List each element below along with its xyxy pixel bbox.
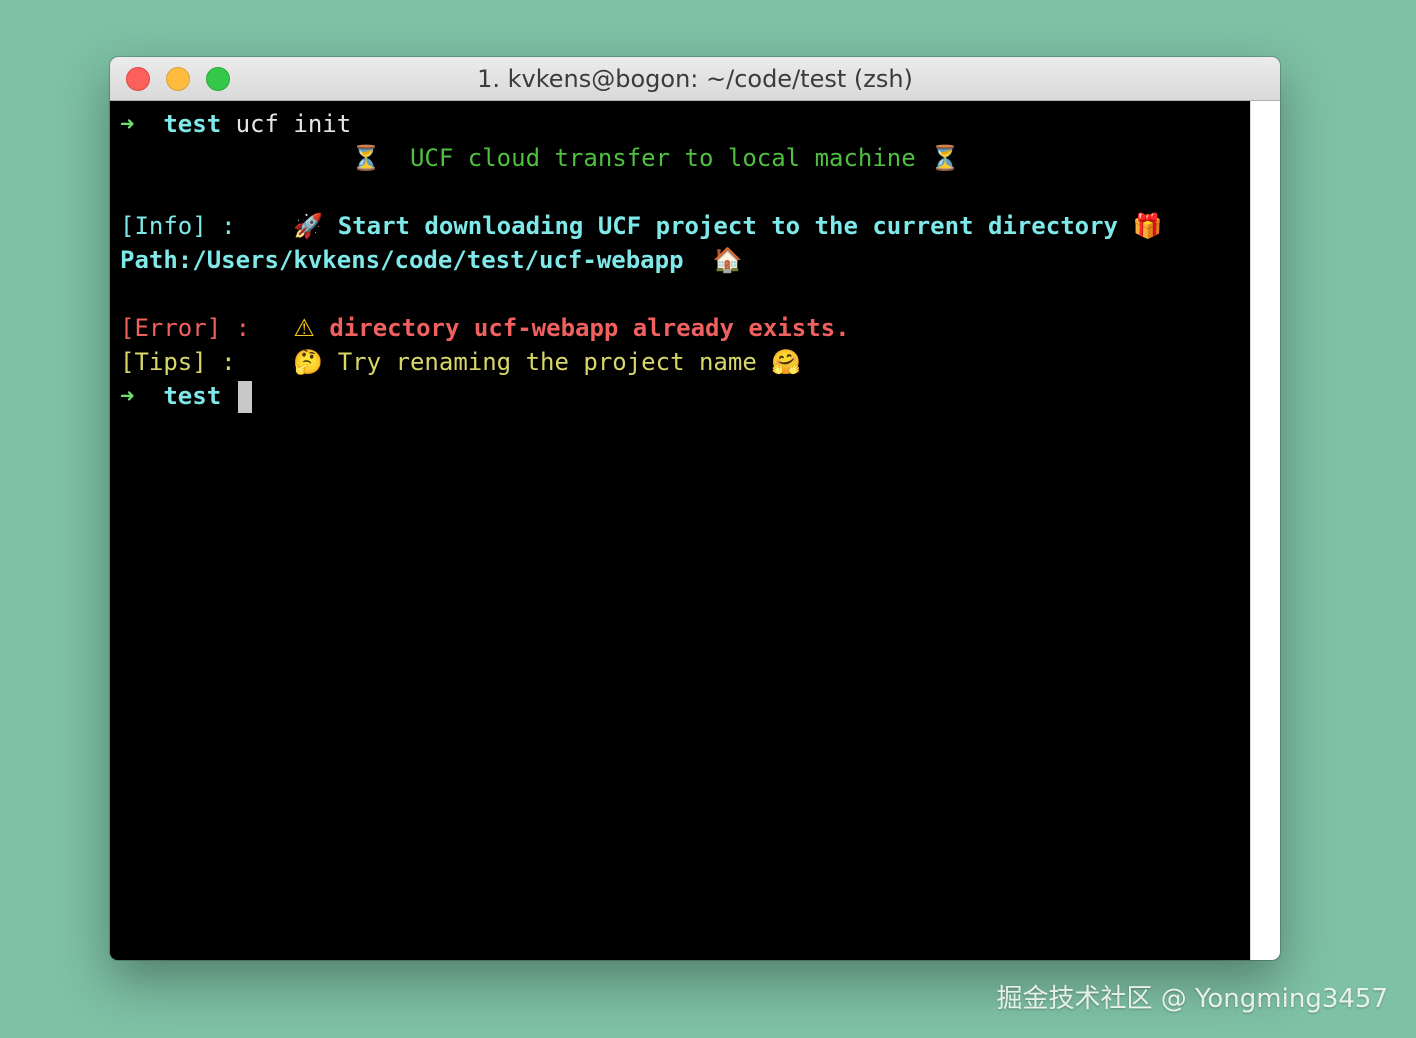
- error-tag: [Error] :: [120, 314, 251, 342]
- tips-text: Try renaming the project name: [337, 348, 757, 376]
- watermark: 掘金技术社区 @ Yongming3457: [996, 984, 1388, 1014]
- hourglass-icon: ⏳: [930, 144, 961, 172]
- error-line: [Error] : ⚠ directory ucf-webapp already…: [120, 311, 1250, 345]
- gift-icon: 🎁: [1132, 212, 1163, 240]
- rocket-icon: 🚀: [293, 212, 324, 240]
- prompt-directory: test: [163, 110, 222, 138]
- hugging-face-icon: 🤗: [771, 348, 802, 376]
- title-bar[interactable]: 1. kvkens@bogon: ~/code/test (zsh): [110, 57, 1280, 101]
- prompt-directory: test: [163, 382, 222, 410]
- path-line: Path:/Users/kvkens/code/test/ucf-webapp …: [120, 243, 1250, 277]
- info-text: Start downloading UCF project to the cur…: [337, 212, 1118, 240]
- thinking-face-icon: 🤔: [293, 348, 324, 376]
- banner-line: ⏳ UCF cloud transfer to local machine ⏳: [120, 141, 1250, 175]
- info-line: [Info] : 🚀 Start downloading UCF project…: [120, 209, 1250, 243]
- path-text: Path:/Users/kvkens/code/test/ucf-webapp: [120, 246, 684, 274]
- command-line-1: ➜ test ucf init: [120, 107, 1250, 141]
- tired-face-icon: 😫: [864, 314, 890, 342]
- info-tag: [Info] :: [120, 212, 236, 240]
- text-cursor[interactable]: [237, 381, 252, 413]
- tips-line: [Tips] : 🤔 Try renaming the project name…: [120, 345, 1250, 379]
- scrollbar[interactable]: [1250, 101, 1280, 960]
- command-line-2: ➜ test: [120, 379, 1250, 413]
- window-title: 1. kvkens@bogon: ~/code/test (zsh): [477, 65, 913, 93]
- warning-icon: ⚠: [293, 314, 315, 342]
- terminal-window: 1. kvkens@bogon: ~/code/test (zsh) ➜ tes…: [110, 57, 1280, 960]
- command-text: ucf init: [235, 110, 352, 138]
- tips-tag: [Tips] :: [120, 348, 236, 376]
- terminal-output[interactable]: ➜ test ucf init ⏳ UCF cloud transfer to …: [110, 101, 1250, 960]
- prompt-arrow-icon: ➜: [120, 382, 135, 410]
- prompt-arrow-icon: ➜: [120, 110, 135, 138]
- house-icon: 🏠: [712, 246, 743, 274]
- banner-text: UCF cloud transfer to local machine: [409, 144, 916, 172]
- hourglass-icon: ⏳: [351, 144, 382, 172]
- error-text: directory ucf-webapp already exists.: [329, 314, 850, 342]
